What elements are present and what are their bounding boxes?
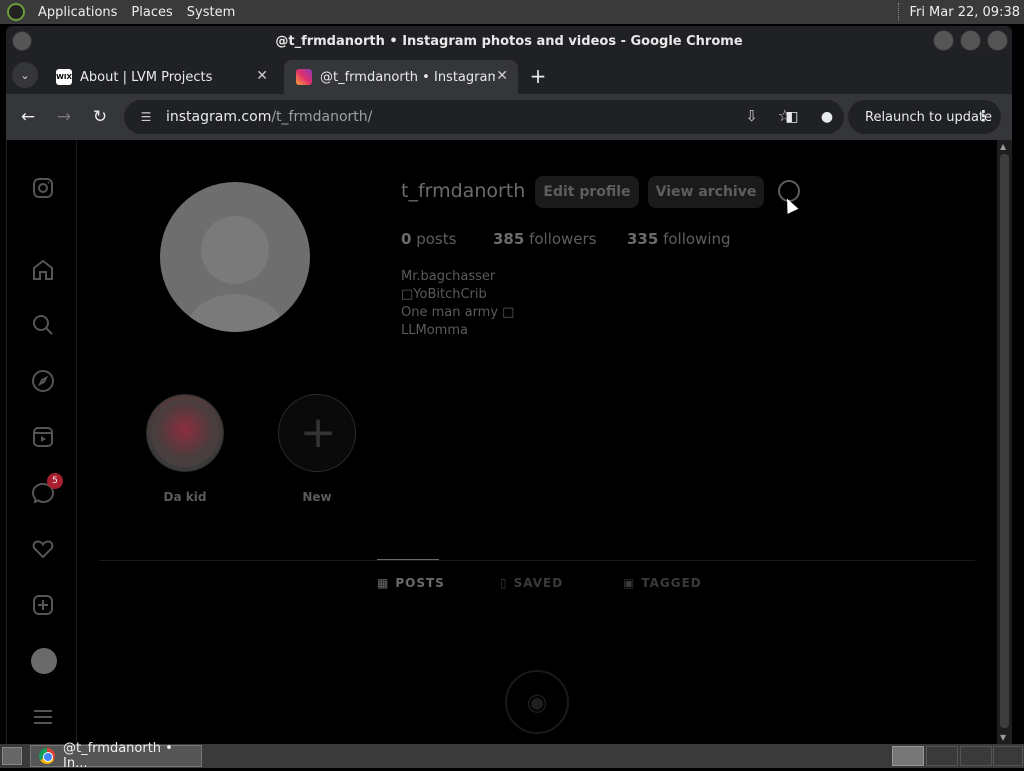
profile-divider [99,560,975,561]
scroll-down-icon[interactable]: ▼ [1000,733,1006,742]
new-tab-button[interactable]: + [526,64,550,88]
messages-icon[interactable]: 5 [29,473,63,507]
bio-line: Mr.bagchasser [401,269,496,284]
instagram-favicon-icon [296,69,312,85]
gnome-foot-icon[interactable] [7,3,25,21]
search-icon[interactable] [29,311,57,339]
taskbar-item-label: @t_frmdanorth • In... [63,741,173,771]
new-highlight[interactable]: + New [277,394,357,504]
instagram-sidebar: 5 [7,140,77,744]
reload-icon[interactable]: ↻ [88,105,112,129]
highlight-label: Da kid [163,490,207,504]
bio-line: □YoBitchCrib [401,287,487,302]
instagram-page: 5 t_frmdanorth Edit profile View archive… [7,140,997,744]
relaunch-to-update-button[interactable]: Relaunch to update ⋮ [848,100,1001,134]
url-host: instagram.com [166,109,272,125]
minimize-button[interactable] [933,30,954,51]
avatar-head-silhouette [201,216,269,284]
followers-stat[interactable]: 385 followers [493,230,627,248]
profile-avatar[interactable] [160,182,310,332]
instagram-logo-icon[interactable] [29,174,57,202]
profile-avatar-nav[interactable] [31,648,57,674]
notifications-heart-icon[interactable] [29,535,57,563]
close-tab-icon[interactable]: ✕ [256,68,268,84]
avatar-body-silhouette [185,294,285,332]
camera-icon: ◉ [505,670,569,734]
bio-line: One man army □ [401,305,515,320]
tagged-user-icon: ▣ [623,576,636,590]
bio-line: LLMomma [401,323,468,338]
browser-toolbar: ← → ↻ ☰ instagram.com /t_frmdanorth/ ⇩ ☆… [6,94,1012,140]
create-plus-icon[interactable] [29,591,57,619]
show-desktop-button[interactable] [2,747,22,765]
system-menu[interactable]: System [180,5,242,20]
page-scrollbar[interactable]: ▲ ▼ [997,140,1012,744]
relaunch-label: Relaunch to update [865,109,993,125]
highlight-cover [146,394,224,472]
chrome-window: @t_frmdanorth • Instagram photos and vid… [6,26,1012,744]
bottom-taskbar: @t_frmdanorth • In... [0,741,1024,771]
active-tab-indicator [377,559,439,560]
chrome-icon [39,748,55,764]
profile-icon[interactable]: ● [815,105,839,129]
address-bar[interactable]: ☰ instagram.com /t_frmdanorth/ ⇩ ☆ [124,100,844,134]
back-arrow-icon[interactable]: ← [16,105,40,129]
highlight-label: New [302,490,332,504]
top-panel: Applications Places System Fri Mar 22, 0… [0,0,1024,24]
tab-title: About | LVM Projects [80,69,213,85]
tab-lvm-projects[interactable]: WIX About | LVM Projects ✕ [44,60,278,94]
tab-instagram[interactable]: @t_frmdanorth • Instagram photos and vid… [284,60,518,94]
workspace-3[interactable] [960,746,992,766]
story-highlight[interactable]: Da kid [145,394,225,504]
window-title: @t_frmdanorth • Instagram photos and vid… [275,33,743,49]
profile-stats: 0 posts 385 followers 335 following [401,230,731,248]
view-archive-button[interactable]: View archive [648,176,764,208]
explore-compass-icon[interactable] [29,367,57,395]
workspace-1[interactable] [892,746,924,766]
tab-posts[interactable]: ▦ POSTS [377,576,445,590]
close-tab-icon[interactable]: ✕ [496,68,508,84]
site-info-icon[interactable]: ☰ [138,109,154,125]
clock[interactable]: Fri Mar 22, 09:38 [909,5,1024,20]
new-highlight-circle: + [278,394,356,472]
reels-icon[interactable] [29,423,57,451]
plus-icon: + [299,407,337,458]
close-window-button[interactable] [987,30,1008,51]
scroll-up-icon[interactable]: ▲ [1000,142,1006,151]
places-menu[interactable]: Places [124,5,179,20]
maximize-button[interactable] [960,30,981,51]
window-menu-icon[interactable] [12,31,32,51]
more-hamburger-icon[interactable] [29,703,57,731]
profile-username: t_frmdanorth [401,180,526,202]
tab-saved[interactable]: ▯ SAVED [500,576,563,590]
taskbar-chrome-item[interactable]: @t_frmdanorth • In... [30,741,202,771]
workspace-2[interactable] [926,746,958,766]
panel-separator [898,3,901,21]
tab-search-button[interactable]: ⌄ [12,62,38,88]
bookmark-icon: ▯ [500,576,508,590]
url-path: /t_frmdanorth/ [271,109,373,125]
tab-tagged[interactable]: ▣ TAGGED [623,576,702,590]
wix-favicon-icon: WIX [56,69,72,85]
profile-bio: Mr.bagchasser □YoBitchCrib One man army … [401,268,514,340]
grid-icon: ▦ [377,576,390,590]
install-app-icon[interactable]: ⇩ [745,107,758,125]
home-icon[interactable] [29,256,57,284]
side-panel-icon[interactable]: ◧ [780,105,804,129]
following-stat[interactable]: 335 following [627,230,731,248]
workspace-4[interactable] [993,746,1023,766]
window-titlebar[interactable]: @t_frmdanorth • Instagram photos and vid… [6,26,1012,56]
tab-title: @t_frmdanorth • Instagram photos and vid… [320,69,495,85]
tab-strip: ⌄ WIX About | LVM Projects ✕ @t_frmdanor… [6,56,1012,94]
more-menu-icon[interactable]: ⋮ [976,107,991,125]
messages-badge: 5 [47,473,63,489]
forward-arrow-icon[interactable]: → [52,105,76,129]
edit-profile-button[interactable]: Edit profile [535,176,639,208]
posts-stat: 0 posts [401,230,457,248]
applications-menu[interactable]: Applications [31,5,124,20]
scrollbar-thumb[interactable] [1000,154,1009,728]
